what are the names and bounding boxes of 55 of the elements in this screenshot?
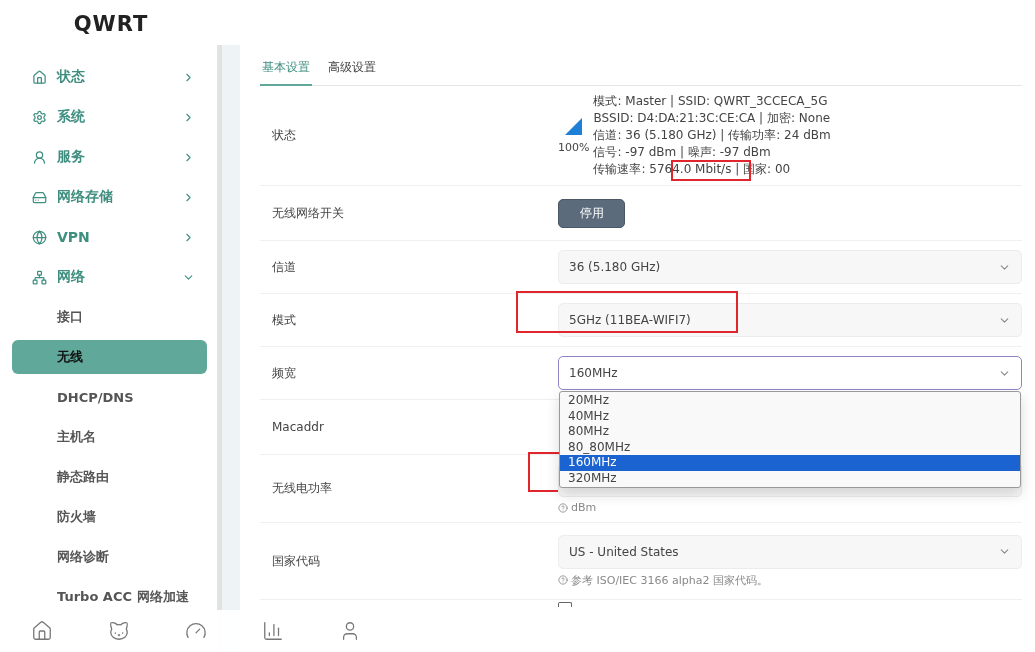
sidebar-group[interactable]: 网络 (0, 257, 217, 297)
checkbox[interactable] (558, 602, 572, 607)
status-text: BSSID: D4:DA:21:3C:CE:CA | 加密: None (593, 110, 831, 127)
tab[interactable]: 高级设置 (326, 59, 378, 86)
group-icon (32, 229, 47, 245)
dropdown-option[interactable]: 20MHz (560, 393, 1020, 409)
sidebar-item[interactable]: 主机名 (12, 420, 207, 454)
sidebar-item[interactable]: 防火墙 (12, 500, 207, 534)
sidebar-group[interactable]: VPN (0, 217, 217, 257)
dropdown-option[interactable]: 80_80MHz (560, 439, 1020, 455)
select-field[interactable]: US - United States (558, 534, 1022, 569)
sidebar-item[interactable]: 网络诊断 (12, 540, 207, 574)
sidebar-item[interactable]: DHCP/DNS (12, 380, 207, 414)
help-icon (558, 575, 568, 585)
field-label: 无线电功率 (271, 480, 333, 497)
group-icon (32, 109, 47, 125)
select-field[interactable]: 36 (5.180 GHz) (558, 250, 1022, 284)
help-text: dBm (558, 501, 1022, 514)
signal-strength: 100% (558, 140, 590, 154)
sidebar-group[interactable]: 系统 (0, 97, 217, 137)
field-label: 无线网络开关 (271, 204, 345, 222)
disable-button[interactable]: 停用 (558, 198, 625, 228)
group-icon (32, 189, 47, 205)
sidebar-group[interactable]: 状态 (0, 57, 217, 97)
sidebar-item[interactable]: 接口 (12, 300, 207, 334)
sidebar-item[interactable]: 无线 (12, 340, 207, 374)
field-label: 频宽 (271, 364, 297, 382)
status-text: 模式: Master | SSID: QWRT_3CCECA_5G (593, 93, 829, 110)
group-icon (32, 269, 47, 285)
help-text: 参考 ISO/IEC 3166 alpha2 国家代码。 (558, 572, 1022, 588)
sidebar-group[interactable]: 服务 (0, 137, 217, 177)
sidebar-item[interactable]: Turbo ACC 网络加速 (12, 580, 207, 614)
sidebar-item[interactable]: 静态路由 (12, 460, 207, 494)
field-label: 模式 (271, 311, 297, 329)
dropdown-option[interactable]: 40MHz (560, 408, 1020, 424)
select-field[interactable]: 5GHz (11BEA-WIFI7) (558, 303, 1022, 337)
sidebar-group[interactable]: 网络存储 (0, 177, 217, 217)
dropdown-option[interactable]: 80MHz (560, 424, 1020, 440)
help-icon (558, 502, 568, 513)
status-text: 信号: -97 dBm | 噪声: -97 dBm (593, 144, 772, 161)
tab[interactable]: 基本设置 (260, 59, 312, 86)
app-logo: QWRT (72, 10, 150, 36)
bar-chart-icon[interactable] (262, 620, 284, 642)
group-icon (32, 149, 47, 165)
group-icon (32, 69, 47, 85)
field-label: Macaddr (271, 420, 325, 434)
field-label: 国家代码 (271, 552, 321, 570)
status-text: 信道: 36 (5.180 GHz) | 传输功率: 24 dBm (593, 127, 831, 144)
home-icon[interactable] (31, 620, 53, 642)
cat-icon[interactable] (108, 620, 130, 642)
field-label: 信道 (271, 258, 297, 276)
dropdown-option[interactable]: 320MHz (560, 470, 1020, 486)
field-label: 状态 (271, 127, 297, 144)
dropdown-option[interactable]: 160MHz (560, 455, 1020, 471)
signal-icon (565, 117, 583, 135)
